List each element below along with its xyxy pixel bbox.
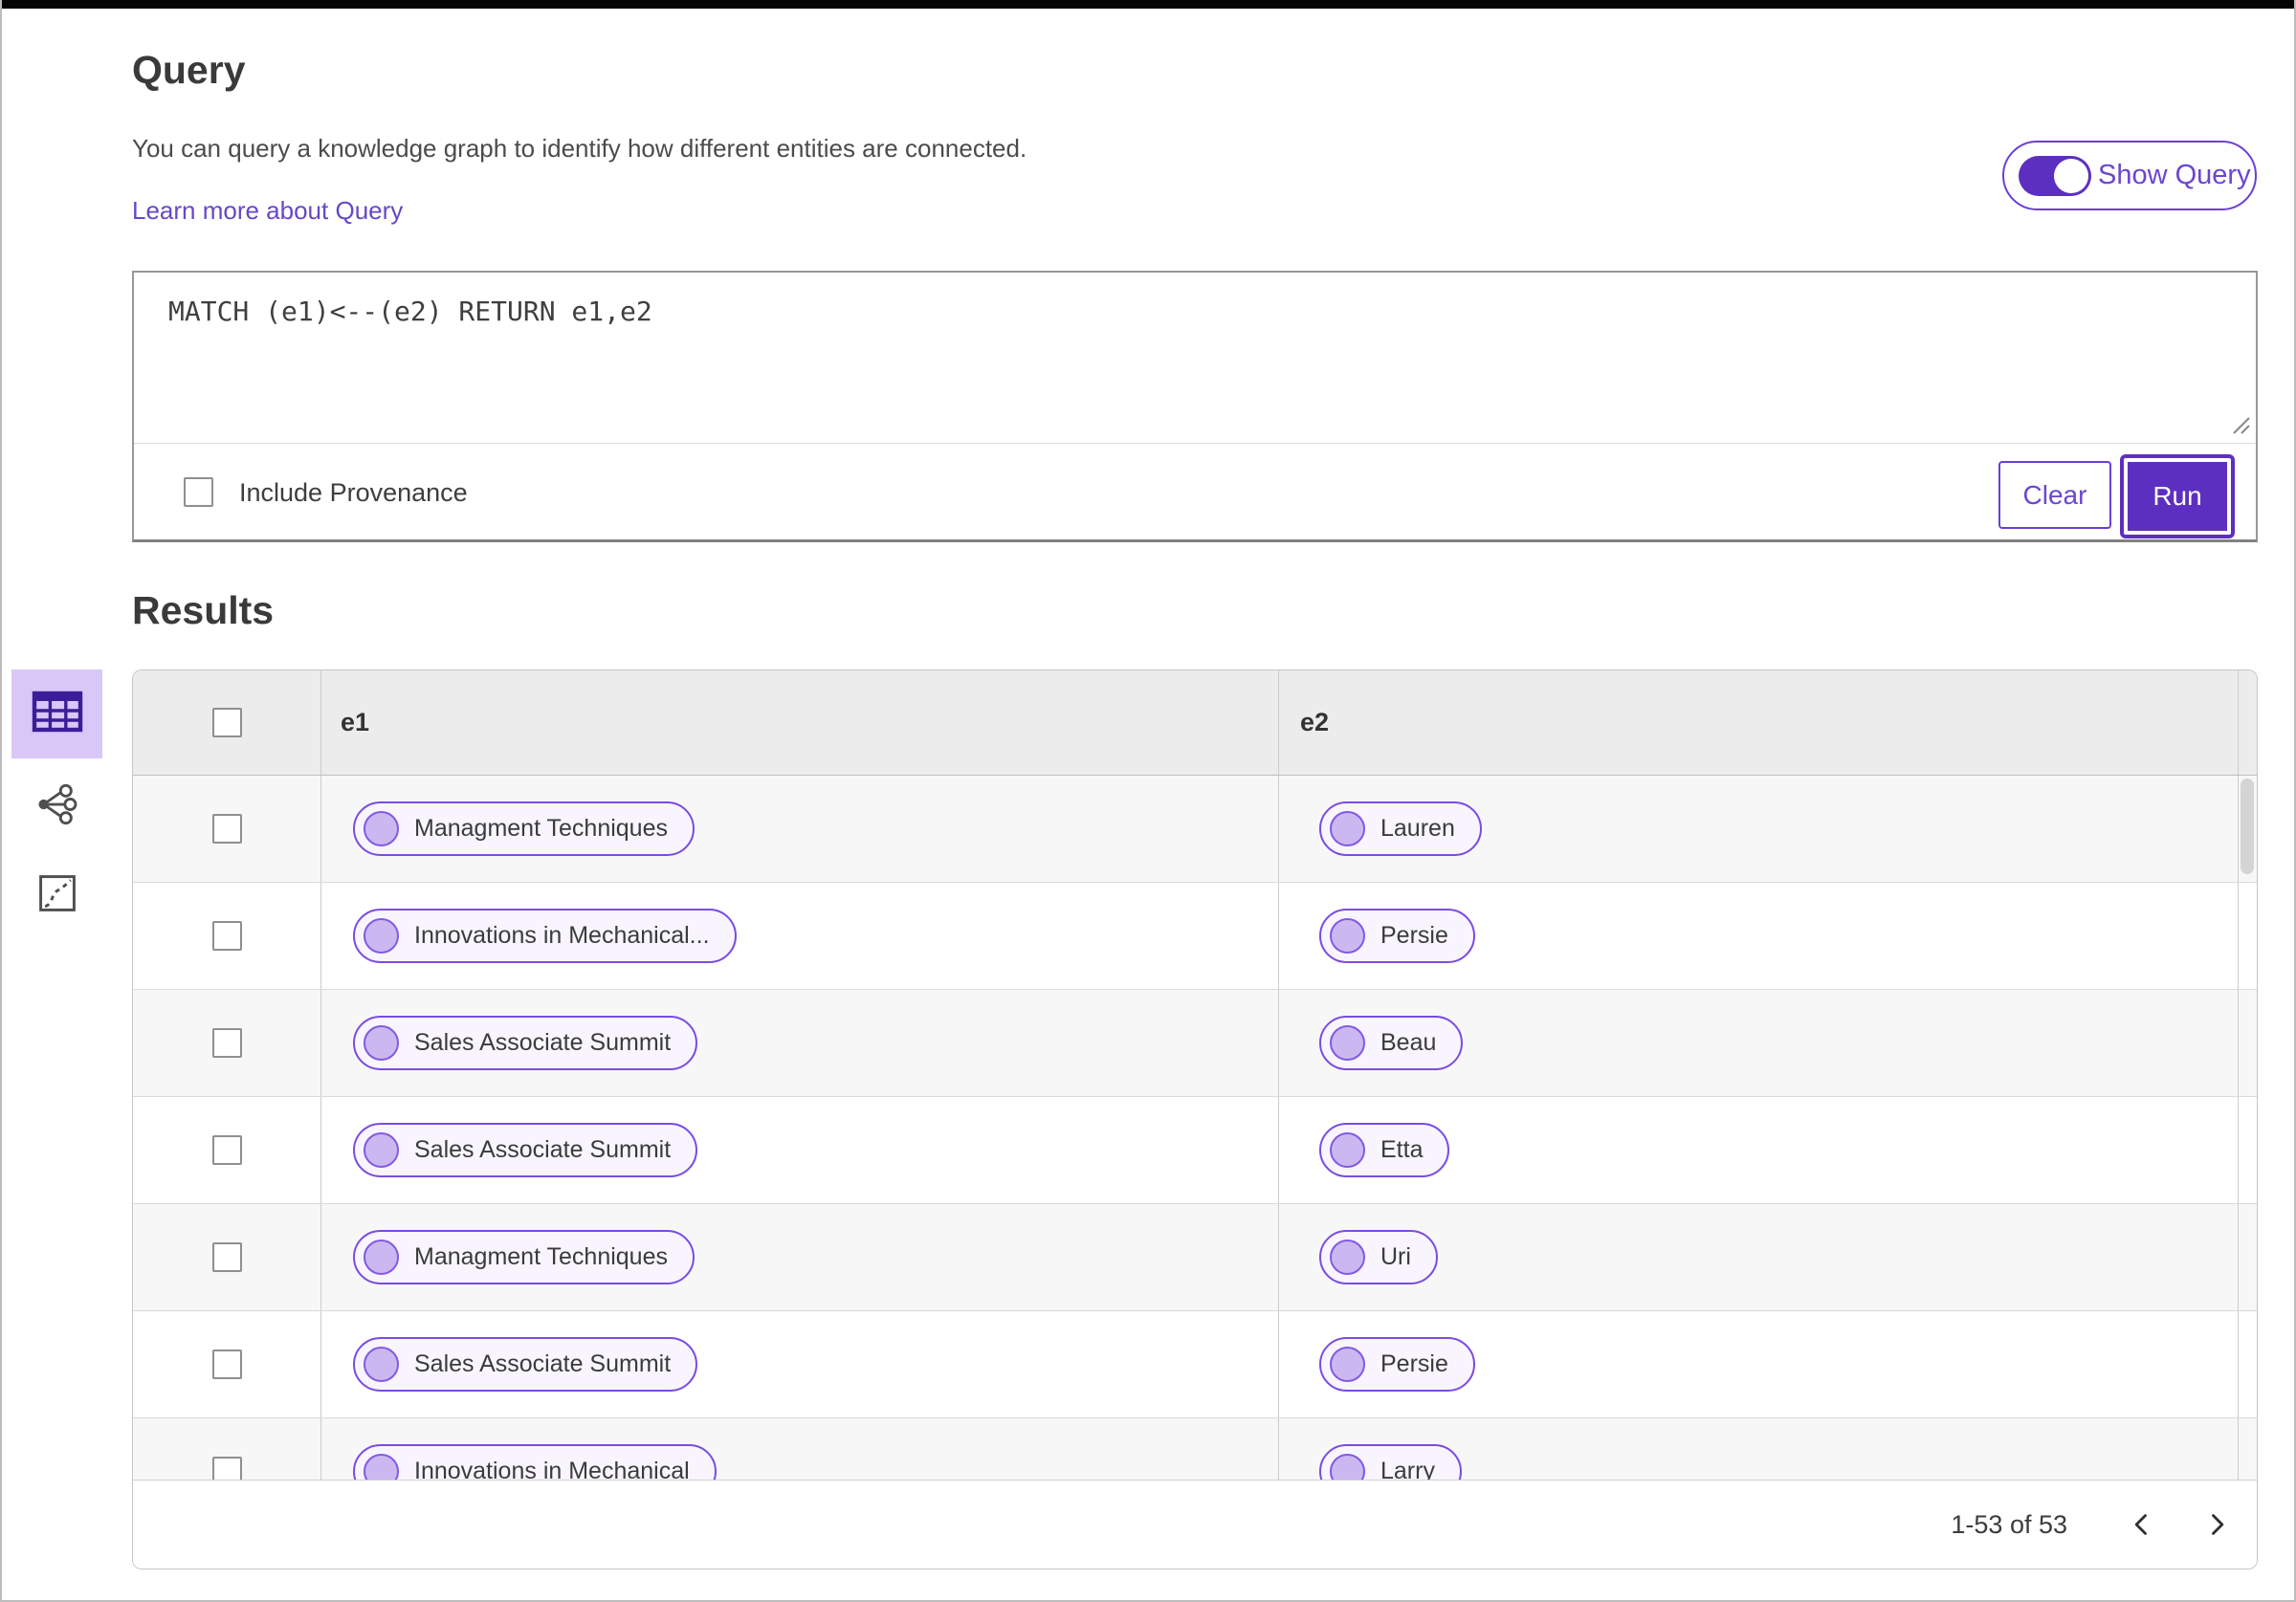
- select-all-checkbox[interactable]: [211, 708, 242, 737]
- row-checkbox[interactable]: [211, 814, 242, 844]
- query-panel: MATCH (e1)<--(e2) RETURN e1,e2 Include P…: [132, 271, 2258, 542]
- learn-more-link[interactable]: Learn more about Query: [132, 196, 403, 226]
- resize-handle-icon[interactable]: [2226, 410, 2251, 440]
- view-toggle-network[interactable]: [11, 762, 102, 851]
- row-checkbox[interactable]: [211, 1028, 242, 1058]
- view-toggle-table[interactable]: [11, 669, 102, 758]
- toggle-knob: [2054, 158, 2088, 193]
- entity-pill[interactable]: Managment Techniques: [353, 1230, 695, 1284]
- row-checkbox[interactable]: [211, 1135, 242, 1165]
- entity-label: Uri: [1380, 1243, 1411, 1270]
- table-row: Sales Associate Summit Beau: [133, 990, 2257, 1097]
- entity-label: Beau: [1380, 1029, 1437, 1056]
- entity-pill[interactable]: Sales Associate Summit: [353, 1016, 698, 1070]
- entity-label: Sales Associate Summit: [414, 1029, 672, 1056]
- entity-node-icon: [364, 1132, 399, 1168]
- entity-node-icon: [1330, 1240, 1365, 1275]
- table-header-row: e1 e2: [133, 670, 2257, 776]
- table-row: Managment Techniques Lauren: [133, 776, 2257, 883]
- entity-pill[interactable]: Etta: [1319, 1123, 1450, 1177]
- toggle-switch-icon[interactable]: [2019, 155, 2091, 196]
- entity-label: Innovations in Mechanical: [414, 1458, 690, 1481]
- entity-node-icon: [1330, 1347, 1365, 1382]
- include-provenance-label: Include Provenance: [239, 478, 468, 507]
- entity-label: Larry: [1380, 1458, 1435, 1481]
- entity-label: Managment Techniques: [414, 815, 668, 842]
- table-row: Innovations in Mechanical... Persie: [133, 883, 2257, 990]
- chart-view-icon: [36, 872, 78, 919]
- entity-node-icon: [1330, 811, 1365, 846]
- entity-node-icon: [364, 918, 399, 954]
- entity-label: Lauren: [1380, 815, 1455, 842]
- entity-pill[interactable]: Persie: [1319, 909, 1475, 963]
- entity-pill[interactable]: Uri: [1319, 1230, 1438, 1284]
- chevron-right-icon: [2212, 1514, 2224, 1535]
- clear-button[interactable]: Clear: [1998, 461, 2111, 529]
- query-editor[interactable]: MATCH (e1)<--(e2) RETURN e1,e2: [134, 273, 2256, 444]
- entity-pill[interactable]: Larry: [1319, 1444, 1462, 1481]
- results-table: e1 e2 Managment Techniques Lauren Innova…: [132, 669, 2258, 1569]
- entity-label: Sales Associate Summit: [414, 1350, 672, 1377]
- query-description: You can query a knowledge graph to ident…: [132, 134, 1027, 163]
- show-query-toggle-button[interactable]: Show Query: [2002, 141, 2257, 210]
- table-row: Sales Associate Summit Etta: [133, 1097, 2257, 1204]
- table-body: Managment Techniques Lauren Innovations …: [133, 776, 2257, 1481]
- entity-node-icon: [364, 1454, 399, 1481]
- column-header-e1[interactable]: e1: [341, 708, 369, 737]
- pagination-bar: 1-53 of 53: [133, 1480, 2257, 1569]
- previous-page-button[interactable]: [2123, 1503, 2161, 1546]
- table-row: Sales Associate Summit Persie: [133, 1311, 2257, 1418]
- entity-node-icon: [364, 1025, 399, 1061]
- include-provenance-checkbox[interactable]: [184, 477, 213, 507]
- column-header-e2[interactable]: e2: [1300, 708, 1329, 737]
- entity-label: Persie: [1380, 1350, 1448, 1377]
- row-checkbox[interactable]: [211, 921, 242, 951]
- entity-pill[interactable]: Innovations in Mechanical: [353, 1444, 717, 1481]
- entity-pill[interactable]: Sales Associate Summit: [353, 1337, 698, 1392]
- row-checkbox[interactable]: [211, 1457, 242, 1481]
- entity-node-icon: [1330, 1025, 1365, 1061]
- entity-pill[interactable]: Lauren: [1319, 801, 1482, 856]
- entity-pill[interactable]: Managment Techniques: [353, 801, 695, 856]
- table-row: Innovations in Mechanical Larry: [133, 1418, 2257, 1481]
- window-top-bar: [0, 0, 2296, 9]
- entity-pill[interactable]: Beau: [1319, 1016, 1464, 1070]
- show-query-label: Show Query: [2098, 160, 2251, 190]
- chevron-left-icon: [2134, 1514, 2147, 1535]
- network-view-icon: [35, 782, 79, 831]
- run-button[interactable]: Run: [2120, 454, 2235, 538]
- pagination-range-label: 1-53 of 53: [1951, 1510, 2067, 1539]
- table-row: Managment Techniques Uri: [133, 1204, 2257, 1311]
- entity-node-icon: [1330, 918, 1365, 954]
- row-checkbox[interactable]: [211, 1350, 242, 1379]
- row-checkbox[interactable]: [211, 1242, 242, 1272]
- entity-node-icon: [364, 1240, 399, 1275]
- entity-node-icon: [364, 811, 399, 846]
- entity-pill[interactable]: Innovations in Mechanical...: [353, 909, 737, 963]
- entity-pill[interactable]: Persie: [1319, 1337, 1475, 1392]
- entity-node-icon: [1330, 1454, 1365, 1481]
- entity-node-icon: [364, 1347, 399, 1382]
- entity-label: Persie: [1380, 922, 1448, 949]
- entity-pill[interactable]: Sales Associate Summit: [353, 1123, 698, 1177]
- results-section-title: Results: [132, 588, 275, 632]
- entity-label: Managment Techniques: [414, 1243, 668, 1270]
- entity-label: Sales Associate Summit: [414, 1136, 672, 1163]
- vertical-scrollbar-thumb[interactable]: [2241, 779, 2254, 874]
- entity-label: Etta: [1380, 1136, 1424, 1163]
- entity-label: Innovations in Mechanical...: [414, 922, 710, 949]
- entity-node-icon: [1330, 1132, 1365, 1168]
- table-view-icon: [31, 688, 84, 740]
- view-toggle-chart[interactable]: [11, 851, 102, 940]
- next-page-button[interactable]: [2197, 1503, 2236, 1546]
- query-section-title: Query: [132, 48, 246, 92]
- query-text[interactable]: MATCH (e1)<--(e2) RETURN e1,e2: [168, 296, 652, 327]
